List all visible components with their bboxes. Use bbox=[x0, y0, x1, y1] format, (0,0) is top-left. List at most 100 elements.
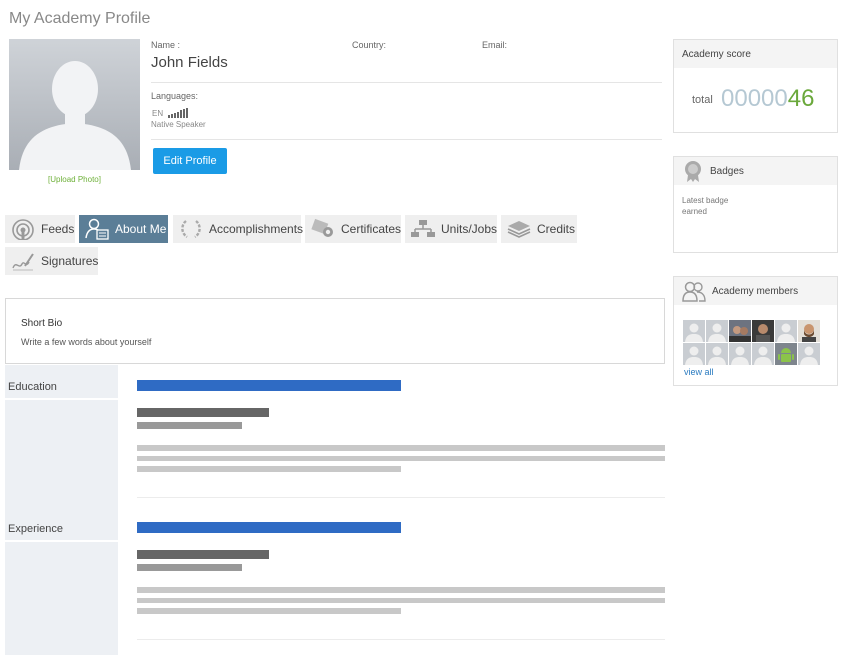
badge-ribbon-icon bbox=[685, 161, 701, 182]
short-bio-panel[interactable]: Short Bio Write a few words about yourse… bbox=[5, 298, 665, 364]
divider bbox=[5, 398, 118, 400]
divider bbox=[151, 139, 662, 140]
divider bbox=[137, 639, 665, 640]
member-avatar[interactable] bbox=[752, 320, 774, 342]
avatar-silhouette-icon bbox=[685, 346, 703, 365]
member-avatar[interactable] bbox=[798, 320, 820, 342]
badges-title: Badges bbox=[710, 165, 744, 177]
section-education-label: Education bbox=[8, 381, 57, 393]
avatar-silhouette-icon bbox=[708, 323, 726, 342]
stack-icon bbox=[507, 221, 531, 238]
score-leading-zeros: 00000 bbox=[721, 85, 788, 112]
academy-score-header: Academy score bbox=[674, 40, 837, 68]
experience-text-placeholder bbox=[137, 608, 401, 614]
avatar-silhouette-icon bbox=[800, 346, 818, 365]
section-experience-label: Experience bbox=[8, 523, 64, 535]
score-total-label: total bbox=[692, 94, 713, 106]
feeds-icon bbox=[12, 219, 34, 240]
short-bio-title: Short Bio bbox=[21, 318, 63, 329]
tab-credits[interactable]: Credits bbox=[501, 215, 577, 243]
experience-title-placeholder bbox=[137, 522, 401, 533]
education-text-placeholder bbox=[137, 466, 401, 472]
experience-text-placeholder bbox=[137, 598, 665, 603]
avatar-silhouette-icon bbox=[754, 346, 772, 365]
academy-members-header: Academy members bbox=[674, 277, 837, 305]
tab-label: Signatures bbox=[41, 254, 99, 268]
tab-accomplishments[interactable]: Accomplishments bbox=[173, 215, 304, 243]
tab-signatures[interactable]: Signatures bbox=[5, 247, 98, 275]
experience-date-placeholder bbox=[137, 564, 242, 571]
email-label: Email: bbox=[482, 40, 508, 50]
experience-subtitle-placeholder bbox=[137, 550, 269, 559]
avatar-photo-icon bbox=[798, 320, 820, 342]
academy-score-title: Academy score bbox=[682, 48, 751, 60]
avatar-silhouette-icon bbox=[708, 346, 726, 365]
education-text-placeholder bbox=[137, 445, 665, 451]
tab-units-jobs[interactable]: Units/Jobs bbox=[405, 215, 497, 243]
member-avatar[interactable] bbox=[683, 320, 705, 342]
tab-feeds[interactable]: Feeds bbox=[5, 215, 75, 243]
profile-name: John Fields bbox=[151, 54, 228, 71]
tab-label: Units/Jobs bbox=[441, 222, 498, 236]
language-level-icon bbox=[168, 108, 188, 118]
section-sidebar bbox=[5, 365, 118, 655]
academy-score-widget: Academy score total 0000046 bbox=[673, 39, 838, 133]
name-label: Name : bbox=[151, 40, 181, 50]
tab-label: Feeds bbox=[41, 222, 75, 236]
languages-label: Languages: bbox=[151, 91, 199, 101]
score-number: 46 bbox=[787, 85, 815, 112]
tab-about-me[interactable]: About Me bbox=[79, 215, 168, 243]
android-avatar-icon bbox=[775, 343, 797, 365]
certificate-icon bbox=[311, 218, 333, 237]
member-avatar[interactable] bbox=[729, 343, 751, 365]
education-text-placeholder bbox=[137, 456, 665, 461]
tab-label: Credits bbox=[537, 222, 576, 236]
tab-certificates[interactable]: Certificates bbox=[305, 215, 401, 243]
experience-text-placeholder bbox=[137, 587, 665, 593]
latest-badge-text: Latest badge earned bbox=[682, 196, 729, 216]
avatar-silhouette-icon bbox=[777, 323, 795, 342]
academy-members-widget: Academy members view all bbox=[673, 276, 838, 386]
member-avatar[interactable] bbox=[706, 343, 728, 365]
education-title-placeholder bbox=[137, 380, 401, 391]
avatar-silhouette-icon bbox=[19, 61, 131, 170]
member-avatar[interactable] bbox=[752, 343, 774, 365]
view-all-members-link[interactable]: view all bbox=[684, 367, 714, 377]
education-subtitle-placeholder bbox=[137, 408, 269, 417]
member-avatar[interactable] bbox=[775, 320, 797, 342]
country-label: Country: bbox=[352, 40, 387, 50]
avatar-silhouette-icon bbox=[731, 346, 749, 365]
tab-label: Accomplishments bbox=[209, 222, 304, 236]
avatar-photo-icon bbox=[752, 320, 774, 342]
tab-label: Certificates bbox=[341, 222, 402, 236]
org-chart-icon bbox=[411, 220, 435, 237]
divider bbox=[151, 82, 662, 83]
member-avatar[interactable] bbox=[729, 320, 751, 342]
page-title: My Academy Profile bbox=[9, 10, 151, 27]
about-me-icon bbox=[85, 218, 109, 240]
badges-header: Badges bbox=[674, 157, 837, 185]
member-avatar[interactable] bbox=[775, 343, 797, 365]
edit-profile-button[interactable]: Edit Profile bbox=[153, 148, 227, 174]
divider bbox=[5, 540, 118, 542]
profile-avatar[interactable] bbox=[9, 39, 140, 170]
short-bio-placeholder: Write a few words about yourself bbox=[21, 337, 152, 347]
avatar-photo-icon bbox=[729, 320, 751, 342]
member-avatar[interactable] bbox=[798, 343, 820, 365]
badges-widget: Badges Latest badge earned bbox=[673, 156, 838, 253]
member-avatar[interactable] bbox=[683, 343, 705, 365]
members-grid bbox=[683, 320, 820, 365]
avatar-silhouette-icon bbox=[685, 323, 703, 342]
tab-label: About Me bbox=[115, 222, 167, 236]
language-level: Native Speaker bbox=[151, 120, 206, 129]
academy-score-value: 0000046 bbox=[721, 85, 814, 113]
members-group-icon bbox=[682, 281, 706, 302]
divider bbox=[137, 497, 665, 498]
member-avatar[interactable] bbox=[706, 320, 728, 342]
language-code: EN bbox=[152, 109, 164, 118]
laurel-icon bbox=[181, 220, 201, 238]
education-date-placeholder bbox=[137, 422, 242, 429]
upload-photo-link[interactable]: [Upload Photo] bbox=[9, 175, 140, 184]
signature-icon bbox=[12, 253, 34, 271]
academy-members-title: Academy members bbox=[712, 285, 799, 297]
